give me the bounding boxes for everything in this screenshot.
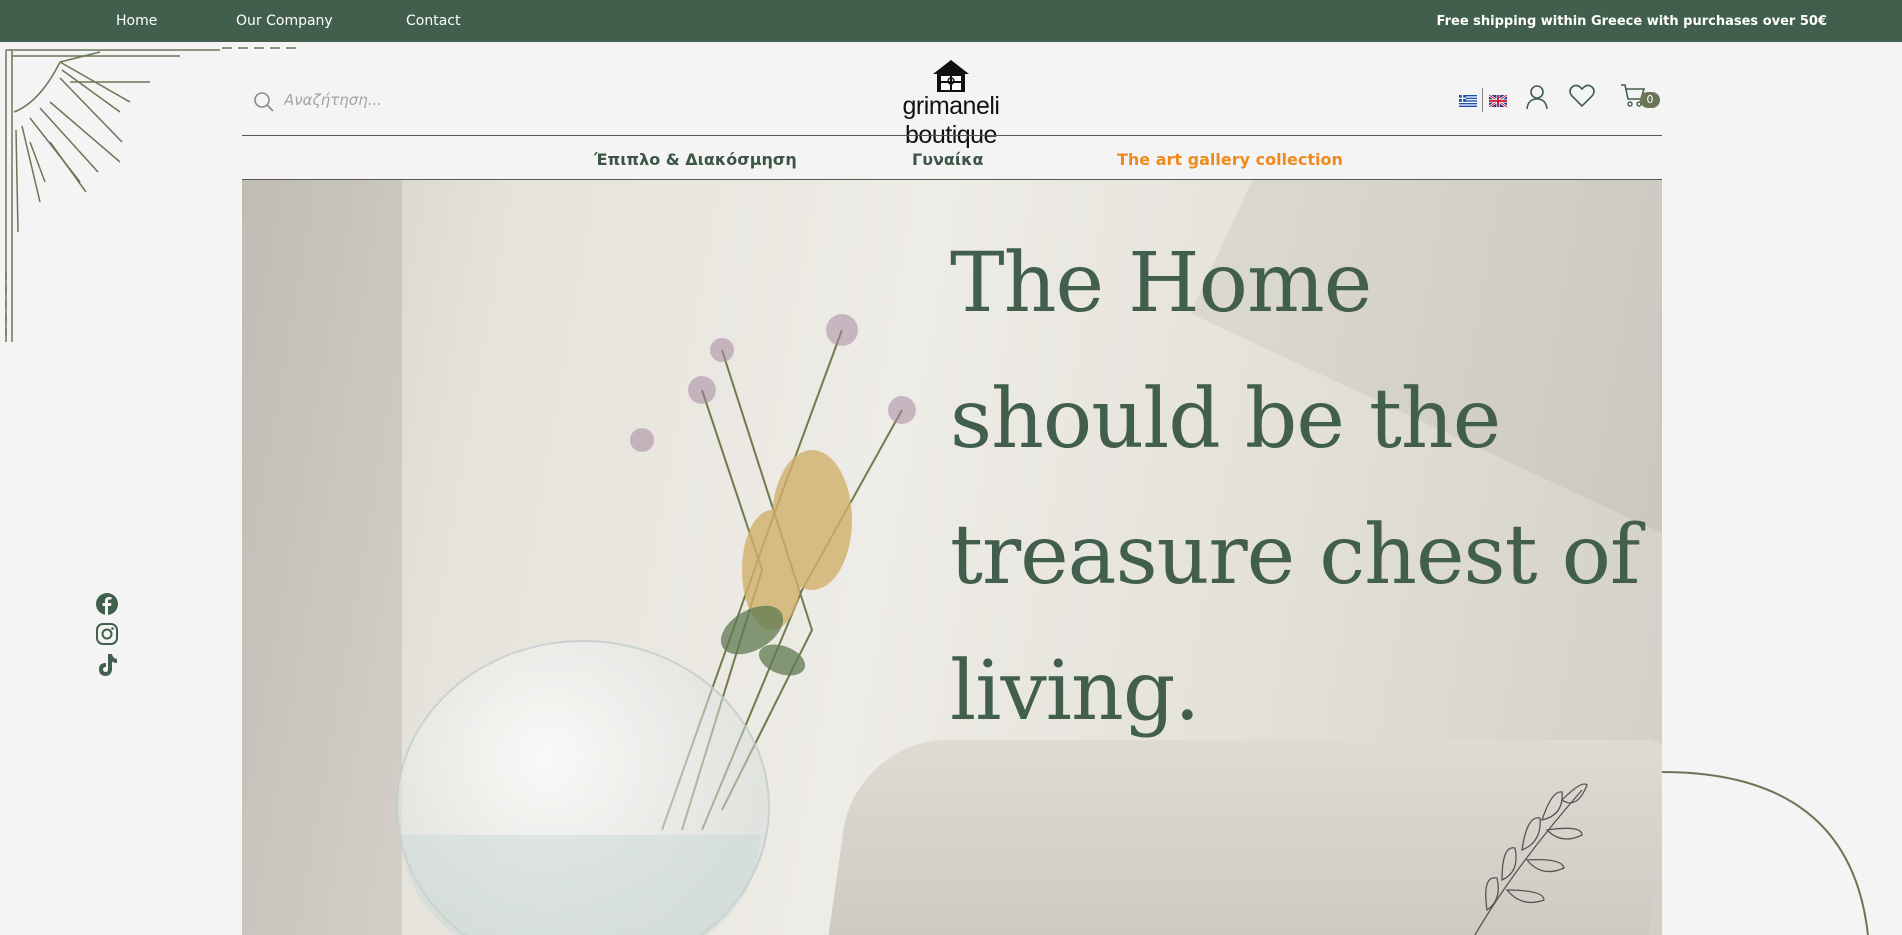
nav-home-link[interactable]: Home — [116, 13, 157, 29]
hero-headline: The Home should be the treasure chest of… — [950, 216, 1650, 760]
hero-shadow — [242, 180, 402, 935]
greek-flag-icon[interactable] — [1459, 95, 1477, 107]
hero-line-3: treasure chest of — [950, 508, 1640, 603]
flag-divider — [1482, 88, 1483, 112]
category-women[interactable]: Γυναίκα — [912, 150, 983, 169]
instagram-icon[interactable] — [96, 623, 118, 645]
uk-flag-icon[interactable] — [1489, 95, 1507, 107]
nav-our-company-link[interactable]: Our Company — [236, 13, 333, 29]
category-art-gallery-collection[interactable]: The art gallery collection — [1117, 150, 1343, 169]
vase-water — [402, 835, 760, 935]
facebook-icon[interactable] — [96, 593, 118, 615]
cart-count-badge: 0 — [1640, 92, 1660, 108]
hero-line-1: The Home — [950, 236, 1372, 331]
logo-text: grimaneli boutique — [902, 92, 1000, 149]
top-bar: Home Our Company Contact Free shipping w… — [0, 0, 1902, 42]
nav-contact-link[interactable]: Contact — [406, 13, 460, 29]
tiktok-icon[interactable] — [96, 653, 118, 677]
user-account-icon[interactable] — [1525, 84, 1549, 110]
hero-line-2: should be the — [950, 372, 1501, 467]
category-furniture-decoration[interactable]: Έπιπλο & Διακόσμηση — [594, 150, 797, 169]
search-bar — [252, 88, 552, 112]
wishlist-heart-icon[interactable] — [1569, 84, 1595, 108]
shipping-notice: Free shipping within Greece with purchas… — [1436, 14, 1827, 29]
hero-banner: The Home should be the treasure chest of… — [242, 180, 1662, 935]
site-logo[interactable]: grimaneli boutique — [860, 56, 1042, 149]
house-logo-icon — [933, 60, 969, 92]
arc-decoration-icon — [1661, 771, 1869, 935]
search-icon[interactable] — [252, 90, 276, 114]
leaf-branch-decoration-icon — [1474, 783, 1588, 935]
hero-line-4: living. — [950, 644, 1200, 739]
nav-divider-top — [242, 135, 1662, 136]
search-input[interactable] — [282, 88, 546, 112]
